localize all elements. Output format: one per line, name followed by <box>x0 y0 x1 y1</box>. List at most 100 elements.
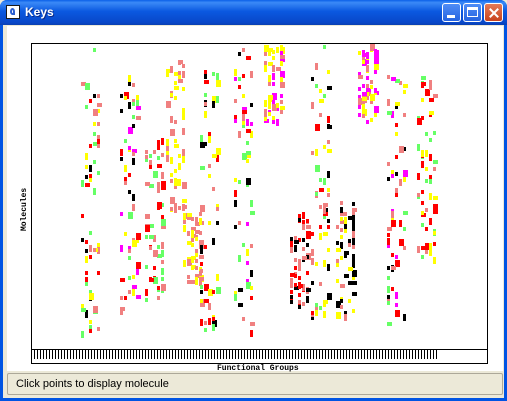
data-point[interactable] <box>242 74 245 78</box>
data-point[interactable] <box>246 119 249 126</box>
data-point[interactable] <box>93 248 96 252</box>
data-point[interactable] <box>178 60 183 64</box>
data-point[interactable] <box>425 208 428 212</box>
data-point[interactable] <box>421 150 424 157</box>
data-point[interactable] <box>89 245 92 252</box>
data-point[interactable] <box>81 238 84 242</box>
data-point[interactable] <box>89 99 92 103</box>
data-point[interactable] <box>344 314 347 321</box>
data-point[interactable] <box>319 225 322 229</box>
data-point[interactable] <box>399 220 402 227</box>
data-point[interactable] <box>340 201 343 205</box>
data-point[interactable] <box>216 277 219 281</box>
data-point[interactable] <box>145 150 148 154</box>
data-point[interactable] <box>374 50 379 57</box>
data-point[interactable] <box>276 49 279 53</box>
data-point[interactable] <box>200 166 205 170</box>
data-point[interactable] <box>433 231 436 235</box>
data-point[interactable] <box>352 281 357 285</box>
data-point[interactable] <box>132 152 135 156</box>
data-point[interactable] <box>234 294 237 301</box>
data-point[interactable] <box>433 196 438 200</box>
data-point[interactable] <box>387 301 390 305</box>
data-point[interactable] <box>298 218 301 222</box>
data-point[interactable] <box>132 102 135 106</box>
data-point[interactable] <box>302 247 305 251</box>
close-button[interactable] <box>484 3 503 22</box>
data-point[interactable] <box>421 246 426 250</box>
data-point[interactable] <box>153 250 158 257</box>
data-point[interactable] <box>170 116 173 123</box>
data-point[interactable] <box>182 128 185 135</box>
data-point[interactable] <box>238 180 241 184</box>
data-point[interactable] <box>174 81 177 85</box>
data-point[interactable] <box>93 48 96 52</box>
data-point[interactable] <box>246 261 249 265</box>
data-point[interactable] <box>352 309 355 313</box>
data-point[interactable] <box>234 178 237 182</box>
data-point[interactable] <box>387 233 390 237</box>
data-point[interactable] <box>136 262 141 269</box>
data-point[interactable] <box>246 178 251 185</box>
data-point[interactable] <box>200 319 203 326</box>
data-point[interactable] <box>280 94 283 98</box>
data-point[interactable] <box>157 140 160 147</box>
data-point[interactable] <box>272 50 275 54</box>
data-point[interactable] <box>315 149 318 156</box>
data-point[interactable] <box>272 116 275 120</box>
data-point[interactable] <box>391 77 396 81</box>
data-point[interactable] <box>161 260 164 264</box>
data-point[interactable] <box>93 109 98 116</box>
data-point[interactable] <box>234 225 237 229</box>
data-point[interactable] <box>429 154 432 161</box>
data-point[interactable] <box>89 144 92 148</box>
data-point[interactable] <box>145 265 148 269</box>
data-point[interactable] <box>199 212 202 216</box>
data-point[interactable] <box>200 285 203 289</box>
data-point[interactable] <box>250 71 253 78</box>
data-point[interactable] <box>85 249 88 253</box>
data-point[interactable] <box>417 173 420 180</box>
data-point[interactable] <box>268 52 271 56</box>
data-point[interactable] <box>208 136 211 143</box>
data-point[interactable] <box>327 70 330 74</box>
data-point[interactable] <box>429 111 434 115</box>
data-point[interactable] <box>170 129 175 136</box>
data-point[interactable] <box>280 51 283 55</box>
data-point[interactable] <box>323 300 328 304</box>
data-point[interactable] <box>182 87 185 91</box>
data-point[interactable] <box>234 99 237 103</box>
data-point[interactable] <box>174 120 177 124</box>
data-point[interactable] <box>216 80 221 87</box>
data-point[interactable] <box>234 69 237 76</box>
data-point[interactable] <box>174 96 177 100</box>
data-point[interactable] <box>246 56 251 60</box>
data-point[interactable] <box>340 235 343 239</box>
data-point[interactable] <box>246 222 249 226</box>
data-point[interactable] <box>124 177 127 181</box>
data-point[interactable] <box>340 299 343 303</box>
data-point[interactable] <box>238 52 241 56</box>
data-point[interactable] <box>174 86 179 90</box>
data-point[interactable] <box>403 170 408 177</box>
scatter-plot[interactable] <box>31 43 488 364</box>
data-point[interactable] <box>89 255 92 259</box>
data-point[interactable] <box>429 218 432 225</box>
data-point[interactable] <box>191 238 194 242</box>
data-point[interactable] <box>323 203 328 207</box>
data-point[interactable] <box>149 278 154 282</box>
data-point[interactable] <box>280 71 285 78</box>
data-point[interactable] <box>128 127 133 134</box>
data-point[interactable] <box>421 255 424 259</box>
data-point[interactable] <box>319 178 322 182</box>
data-point[interactable] <box>212 154 217 158</box>
data-point[interactable] <box>120 245 123 252</box>
data-point[interactable] <box>344 224 347 228</box>
data-point[interactable] <box>421 223 424 227</box>
data-point[interactable] <box>387 162 390 166</box>
data-point[interactable] <box>403 227 406 231</box>
data-point[interactable] <box>323 260 326 267</box>
data-point[interactable] <box>294 283 297 287</box>
data-point[interactable] <box>97 327 100 331</box>
data-point[interactable] <box>85 183 90 187</box>
